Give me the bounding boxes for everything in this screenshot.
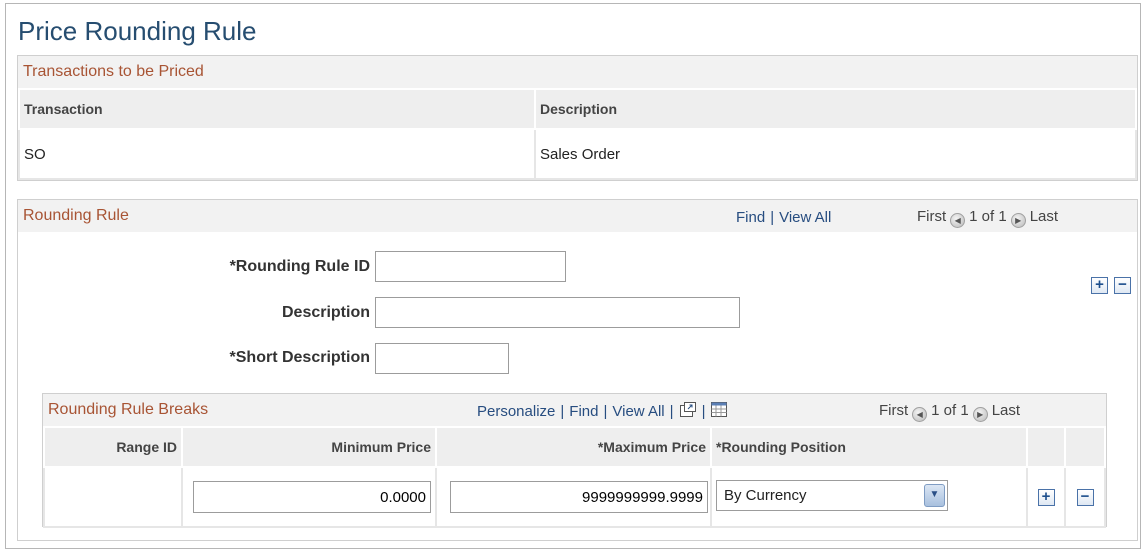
rounding-rule-id-input[interactable] [375,251,566,282]
transactions-section: Transactions to be Priced Transaction De… [17,55,1138,181]
short-description-input[interactable] [375,343,509,374]
remove-cell: − [1064,466,1106,528]
next-arrow-icon[interactable]: ▶ [1010,213,1026,228]
page-title: Price Rounding Rule [18,16,257,46]
column-header-description: Description [534,88,1137,130]
range-id-cell [43,466,183,528]
rounding-rule-title: Rounding Rule [23,207,129,224]
breaks-pager: First ◀ 1 of 1 ▶ Last [879,395,1020,427]
add-row-button[interactable]: + [1091,277,1108,294]
page-count: 1 of 1 [931,402,969,419]
rounding-position-cell: By Currency ▼ [710,466,1028,528]
description-cell: Sales Order [534,128,1137,180]
minimum-price-cell [181,466,437,528]
table-row: SO Sales Order [18,128,1137,180]
rounding-rule-id-label: *Rounding Rule ID [229,258,370,275]
find-link[interactable]: Find [569,403,598,420]
rounding-rule-pager: First ◀ 1 of 1 ▶ Last [917,201,1058,233]
rounding-rule-header: Rounding Rule Find | View All First ◀ 1 of 1… [18,200,1137,232]
remove-row-button[interactable]: − [1076,489,1094,506]
last-label: Last [1029,208,1059,225]
view-all-link[interactable]: View All [779,209,831,226]
view-all-link[interactable]: View All [612,403,664,420]
rounding-position-select[interactable]: By Currency ▼ [716,480,948,511]
find-link[interactable]: Find [736,209,765,226]
breaks-nav: Personalize | Find | View All | | [477,396,728,428]
transactions-header: Transactions to be Priced [18,56,1137,88]
column-header-maximum-price: *Maximum Price [435,426,712,468]
maximum-price-cell [435,466,712,528]
personalize-link[interactable]: Personalize [477,403,555,420]
previous-arrow-icon[interactable]: ◀ [950,213,966,228]
breaks-grid: Range ID Minimum Price *Maximum Price *R… [43,426,1106,528]
last-label: Last [991,402,1021,419]
new-window-icon[interactable] [679,399,697,417]
breaks-title: Rounding Rule Breaks [48,401,209,418]
next-arrow-icon[interactable]: ▶ [972,407,988,422]
short-description-label: *Short Description [229,349,370,366]
minimum-price-input[interactable] [193,481,431,513]
rounding-rule-section: Rounding Rule Find | View All First ◀ 1 of 1… [17,199,1138,541]
column-header-rounding-position: *Rounding Position [710,426,1028,468]
column-header-add [1026,426,1066,468]
rounding-position-value: By Currency [724,487,807,504]
transaction-cell: SO [18,128,536,180]
transactions-grid: Transaction Description SO Sales Order [18,88,1137,180]
column-header-minimum-price: Minimum Price [181,426,437,468]
previous-arrow-icon[interactable]: ◀ [912,407,928,422]
column-header-transaction: Transaction [18,88,536,130]
remove-row-button[interactable]: − [1114,277,1131,294]
column-header-remove [1064,426,1106,468]
spreadsheet-download-icon[interactable] [710,399,728,417]
chevron-down-icon[interactable]: ▼ [924,484,945,507]
description-input[interactable] [375,297,740,328]
description-label: Description [281,304,370,321]
table-row: By Currency ▼ + − [43,466,1106,528]
add-cell: + [1026,466,1066,528]
add-row-button[interactable]: + [1037,489,1055,506]
breaks-header: Rounding Rule Breaks Personalize | Find | Vi… [43,394,1106,426]
column-header-range-id: Range ID [43,426,183,468]
maximum-price-input[interactable] [450,481,708,513]
page-count: 1 of 1 [969,208,1007,225]
first-label: First [879,402,909,419]
rounding-rule-nav: Find | View All [736,209,832,226]
first-label: First [917,208,947,225]
rounding-rule-breaks-section: Rounding Rule Breaks Personalize | Find | Vi… [42,393,1107,528]
